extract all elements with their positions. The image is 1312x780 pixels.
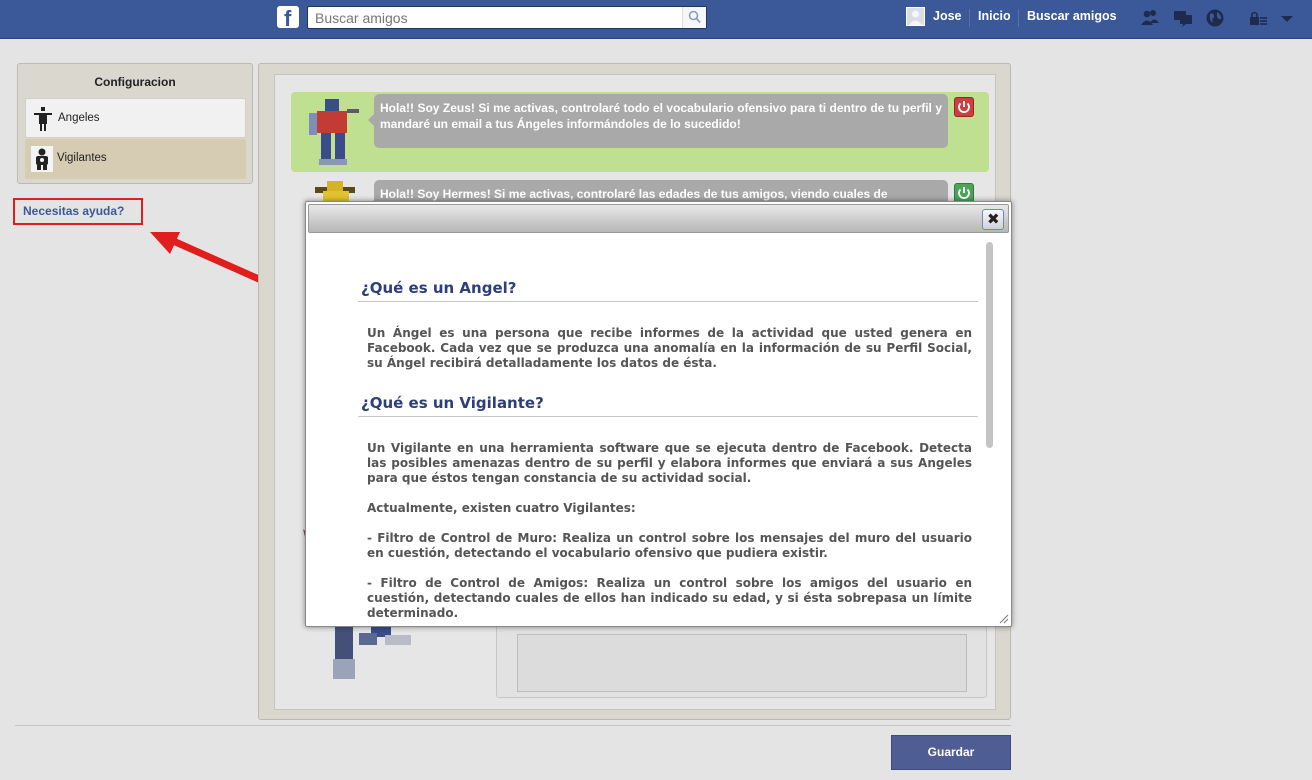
- wall-filter-description: - Filtro de Control de Muro: Realiza un …: [367, 531, 972, 560]
- configuration-panel: Configuracion Angeles Vigilantes: [17, 63, 253, 184]
- angel-description: Un Ángel es una persona que recibe infor…: [367, 326, 972, 370]
- close-icon: ✖: [987, 210, 1000, 228]
- notifications-globe-icon[interactable]: [1205, 8, 1225, 28]
- friends-filter-description: - Filtro de Control de Amigos: Realiza u…: [367, 576, 972, 618]
- user-name-link[interactable]: Jose: [933, 9, 962, 23]
- resize-grip-icon[interactable]: [999, 614, 1009, 624]
- top-navigation-bar: f Jose Inicio Buscar amigos: [0, 0, 1312, 39]
- sidebar-item-label: Angeles: [58, 112, 100, 124]
- guardian-figure-icon: [31, 146, 53, 172]
- user-silhouette-icon: [909, 10, 922, 25]
- search-button[interactable]: [682, 7, 706, 28]
- power-icon: [958, 101, 970, 113]
- friend-requests-icon[interactable]: [1140, 8, 1160, 28]
- privacy-lock-icon[interactable]: [1249, 8, 1269, 28]
- search-icon: [688, 10, 701, 24]
- sidebar-item-angeles[interactable]: Angeles: [25, 98, 246, 138]
- zeus-robot-icon: [309, 99, 359, 165]
- vigilante-count: Actualmente, existen cuatro Vigilantes:: [367, 501, 636, 515]
- messages-icon[interactable]: [1173, 8, 1193, 28]
- facebook-logo-icon[interactable]: f: [277, 6, 299, 31]
- zeus-power-toggle[interactable]: [954, 97, 974, 117]
- vigilante-description: Un Vigilante en una herramienta software…: [367, 441, 972, 485]
- power-icon: [958, 187, 970, 199]
- close-button[interactable]: ✖: [982, 209, 1004, 230]
- vigilante-settings-box: [496, 623, 987, 698]
- hermes-power-toggle[interactable]: [954, 183, 974, 203]
- account-menu-chevron-down-icon[interactable]: [1277, 8, 1297, 28]
- sidebar-item-label: Vigilantes: [57, 152, 107, 164]
- angel-figure-icon: [34, 107, 52, 131]
- sidebar-item-vigilantes[interactable]: Vigilantes: [25, 139, 246, 179]
- heading-vigilante: ¿Qué es un Vigilante?: [358, 394, 978, 417]
- zeus-speech-bubble: Hola!! Soy Zeus! Si me activas, controla…: [368, 94, 948, 148]
- configuration-title: Configuracion: [94, 75, 176, 89]
- vigilante-settings-textarea[interactable]: [517, 634, 967, 692]
- logo-letter: f: [284, 6, 292, 31]
- footer-divider: [15, 725, 1011, 726]
- find-friends-link[interactable]: Buscar amigos: [1027, 9, 1117, 23]
- heading-angel: ¿Qué es un Angel?: [358, 279, 978, 302]
- help-link-text[interactable]: Necesitas ayuda?: [23, 204, 124, 218]
- search-input[interactable]: [308, 7, 678, 28]
- home-link[interactable]: Inicio: [978, 9, 1011, 23]
- search-box: [307, 6, 707, 29]
- modal-scrollbar[interactable]: [983, 240, 995, 618]
- nav-divider: [969, 9, 970, 27]
- modal-content: ¿Qué es un Angel? Un Ángel es una person…: [358, 242, 978, 618]
- modal-titlebar[interactable]: ✖: [308, 204, 1009, 233]
- help-modal-dialog: ✖ ¿Qué es un Angel? Un Ángel es una pers…: [305, 201, 1012, 627]
- zeus-card: Hola!! Soy Zeus! Si me activas, controla…: [291, 92, 989, 172]
- scrollbar-thumb[interactable]: [986, 242, 993, 448]
- nav-divider: [1018, 9, 1019, 27]
- user-avatar[interactable]: [906, 7, 925, 26]
- save-button[interactable]: Guardar: [891, 735, 1011, 770]
- help-link-highlight[interactable]: Necesitas ayuda?: [13, 198, 143, 225]
